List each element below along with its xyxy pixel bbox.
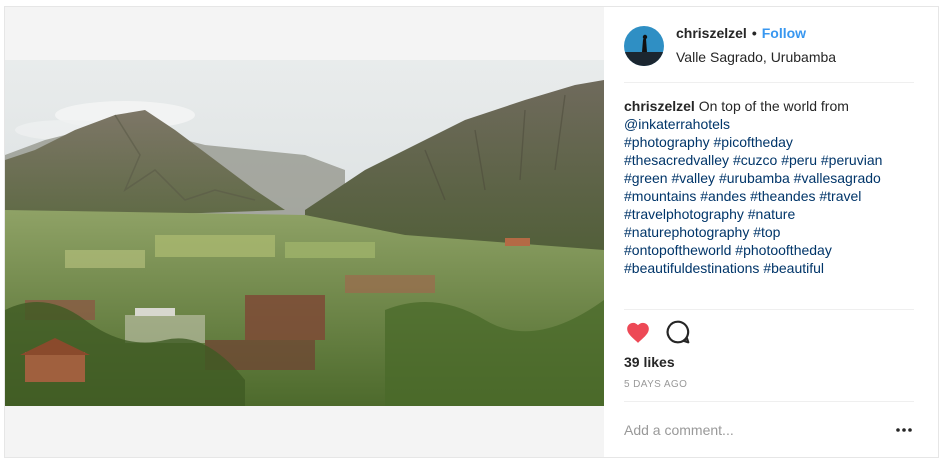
separator-dot: • xyxy=(751,24,757,41)
action-icons xyxy=(624,318,914,346)
post-sidebar: chriszelzel • Follow Valle Sagrado, Urub… xyxy=(604,7,938,457)
likes-count[interactable]: 39 likes xyxy=(624,353,914,371)
comment-bar xyxy=(624,401,914,457)
comment-input[interactable] xyxy=(624,421,894,438)
post-photo[interactable] xyxy=(5,60,604,406)
follow-button[interactable]: Follow xyxy=(762,24,806,42)
caption-hashtags[interactable]: #green #valley #urubamba #vallesagrado xyxy=(624,169,914,187)
caption-hashtags[interactable]: #ontopoftheworld #photooftheday xyxy=(624,241,914,259)
caption-hashtags[interactable]: #photography #picoftheday xyxy=(624,133,914,151)
caption-hashtags[interactable]: #naturephotography #top xyxy=(624,223,914,241)
caption-hashtags[interactable]: #thesacredvalley #cuzco #peru #peruvian xyxy=(624,151,914,169)
location-link[interactable]: Valle Sagrado, Urubamba xyxy=(676,48,836,66)
post-actions: 39 likes 5 DAYS AGO xyxy=(624,309,914,393)
caption-mention-link[interactable]: @inkaterrahotels xyxy=(624,115,914,133)
avatar[interactable] xyxy=(624,25,664,66)
caption-hashtags[interactable]: #travelphotography #nature xyxy=(624,205,914,223)
caption-line: chriszelzel On top of the world from xyxy=(624,97,914,115)
post-header: chriszelzel • Follow Valle Sagrado, Urub… xyxy=(624,7,914,83)
username-link[interactable]: chriszelzel xyxy=(676,24,747,42)
post-caption: chriszelzel On top of the world from @in… xyxy=(604,83,938,309)
caption-username-link[interactable]: chriszelzel xyxy=(624,98,695,114)
post-timestamp[interactable]: 5 DAYS AGO xyxy=(624,377,914,393)
more-options-icon[interactable] xyxy=(894,420,914,440)
header-username-line: chriszelzel • Follow xyxy=(676,24,836,42)
post-media xyxy=(5,7,604,457)
caption-hashtags[interactable]: #mountains #andes #theandes #travel xyxy=(624,187,914,205)
caption-text: On top of the world from xyxy=(698,98,849,114)
instagram-post: chriszelzel • Follow Valle Sagrado, Urub… xyxy=(4,6,939,458)
heart-icon[interactable] xyxy=(624,318,652,346)
comment-icon[interactable] xyxy=(664,318,692,346)
caption-hashtags[interactable]: #beautifuldestinations #beautiful xyxy=(624,259,914,277)
post-header-text: chriszelzel • Follow Valle Sagrado, Urub… xyxy=(676,24,836,66)
